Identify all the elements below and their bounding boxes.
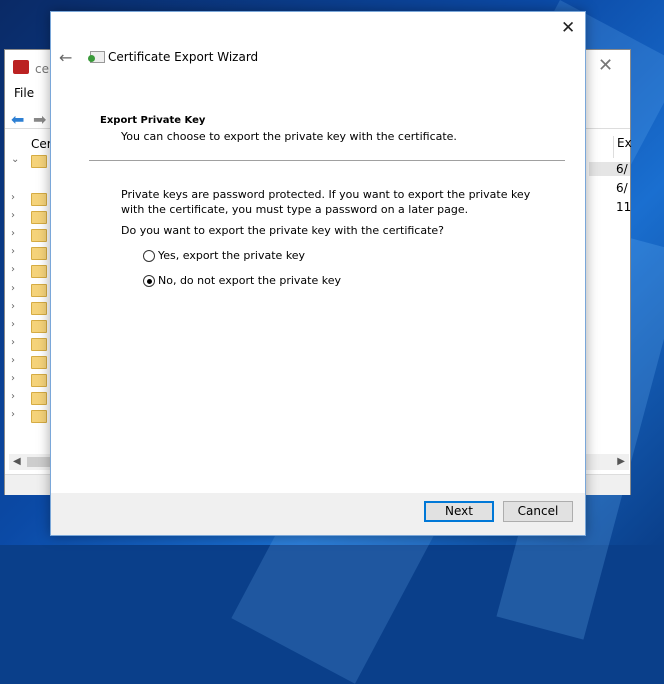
forward-arrow-icon[interactable]: ➡	[33, 110, 46, 129]
question-text: Do you want to export the private key wi…	[121, 224, 445, 237]
table-cell[interactable]: 6/	[616, 181, 628, 195]
chevron-right-icon[interactable]: ›	[11, 319, 15, 330]
chevron-right-icon[interactable]: ›	[11, 192, 15, 203]
page-subheading: You can choose to export the private key…	[121, 130, 457, 143]
tree-node-expanded[interactable]: ⌄	[11, 154, 51, 168]
folder-icon	[31, 355, 47, 369]
chevron-right-icon[interactable]: ›	[11, 246, 15, 257]
tree-node[interactable]: ›	[11, 409, 51, 424]
tree-node[interactable]: ›	[11, 391, 51, 406]
menu-file[interactable]: File	[14, 86, 34, 100]
folder-icon	[31, 410, 47, 424]
folder-icon	[31, 247, 47, 261]
scroll-left-icon[interactable]: ◀	[13, 456, 21, 467]
radio-label[interactable]: Yes, export the private key	[158, 249, 305, 262]
chevron-right-icon[interactable]: ›	[11, 228, 15, 239]
back-arrow-icon[interactable]: ←	[59, 48, 72, 67]
close-icon[interactable]: ✕	[561, 18, 575, 38]
chevron-down-icon[interactable]: ⌄	[11, 154, 19, 165]
folder-icon	[31, 392, 47, 406]
page-heading: Export Private Key	[100, 115, 206, 126]
close-icon[interactable]: ✕	[598, 55, 613, 76]
description-text: Private keys are password protected. If …	[121, 188, 531, 216]
table-cell[interactable]: 11	[616, 200, 631, 214]
certificate-icon	[88, 49, 105, 63]
folder-icon	[31, 211, 47, 225]
divider	[89, 160, 565, 161]
folder-icon	[31, 301, 47, 315]
tree-node[interactable]: ›	[11, 355, 51, 369]
tree-node[interactable]: ›	[11, 337, 51, 351]
column-header-expiration[interactable]: Ex	[613, 136, 632, 158]
chevron-right-icon[interactable]: ›	[11, 264, 15, 275]
tree-pane: ⌄ › › › › › › › › › › › › ›	[5, 130, 53, 460]
chevron-right-icon[interactable]: ›	[11, 337, 15, 348]
tree-node[interactable]: ›	[11, 301, 51, 315]
folder-icon	[31, 337, 47, 351]
chevron-right-icon[interactable]: ›	[11, 283, 15, 294]
folder-icon	[31, 193, 47, 206]
chevron-right-icon[interactable]: ›	[11, 355, 15, 366]
tree-node[interactable]: ›	[11, 373, 51, 387]
folder-icon	[31, 155, 47, 168]
radio-button[interactable]	[143, 275, 155, 287]
tree-node[interactable]: ›	[11, 192, 51, 206]
radio-label[interactable]: No, do not export the private key	[158, 274, 341, 287]
wizard-footer: Next Cancel	[51, 493, 585, 535]
certificate-export-wizard: ✕ ← Certificate Export Wizard Export Pri…	[50, 11, 586, 536]
folder-icon	[31, 283, 47, 297]
chevron-right-icon[interactable]: ›	[11, 210, 15, 221]
chevron-right-icon[interactable]: ›	[11, 373, 15, 384]
scroll-right-icon[interactable]: ▶	[617, 456, 625, 467]
back-arrow-icon[interactable]: ⬅	[11, 110, 24, 129]
chevron-right-icon[interactable]: ›	[11, 391, 15, 402]
radio-button[interactable]	[143, 250, 155, 262]
wizard-title: Certificate Export Wizard	[108, 50, 259, 64]
cancel-button[interactable]: Cancel	[503, 501, 573, 522]
folder-icon	[31, 319, 47, 333]
tree-node[interactable]: ›	[11, 264, 51, 279]
certmgr-icon	[13, 60, 29, 74]
tree-node[interactable]: ›	[11, 246, 51, 261]
table-cell[interactable]: 6/	[589, 162, 630, 176]
folder-icon	[31, 374, 47, 387]
tree-node[interactable]: ›	[11, 319, 51, 333]
next-button[interactable]: Next	[424, 501, 494, 522]
tree-node[interactable]: ›	[11, 283, 51, 297]
chevron-right-icon[interactable]: ›	[11, 301, 15, 312]
tree-node[interactable]: ›	[11, 210, 51, 225]
chevron-right-icon[interactable]: ›	[11, 409, 15, 420]
folder-icon	[31, 229, 47, 243]
folder-icon	[31, 265, 47, 279]
tree-node[interactable]: ›	[11, 228, 51, 243]
